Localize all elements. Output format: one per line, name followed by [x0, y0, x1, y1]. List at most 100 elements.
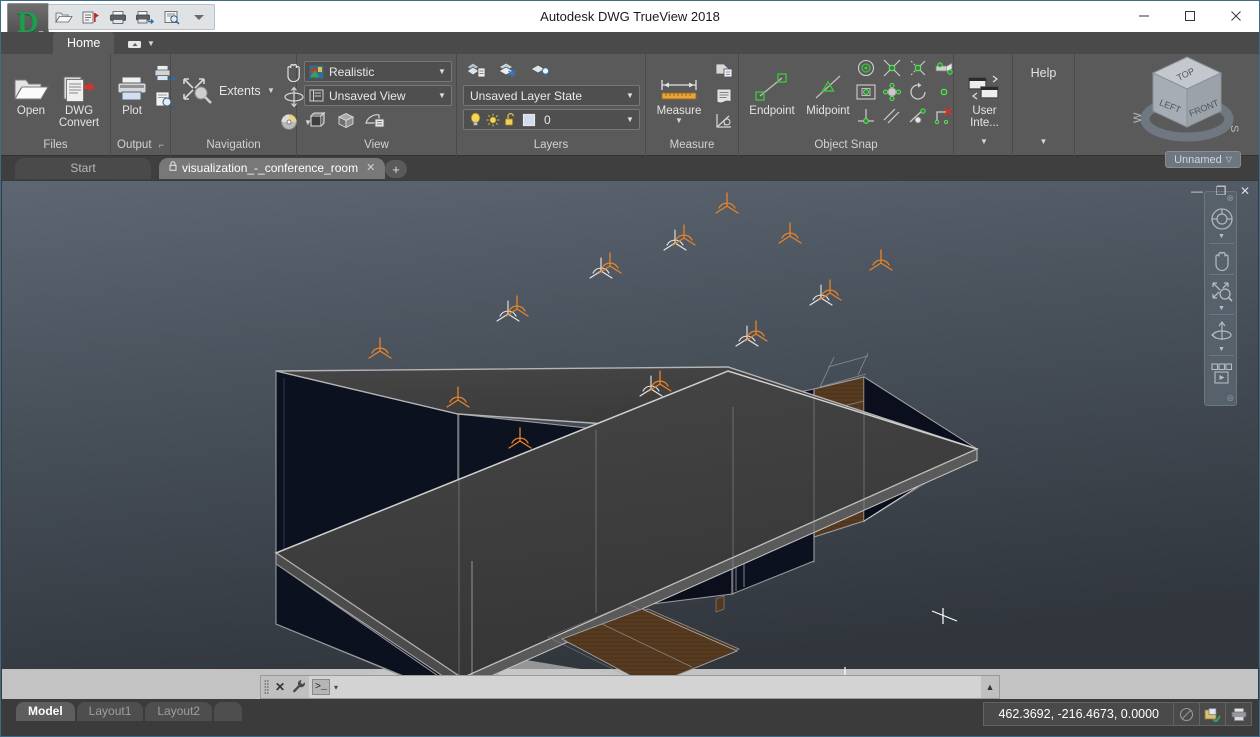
osnap-intersection-icon[interactable] [879, 56, 905, 80]
zoom-extents-icon[interactable] [179, 72, 215, 108]
file-tab-start[interactable]: Start [15, 158, 151, 179]
document-minimize-button[interactable]: — [1190, 184, 1204, 198]
named-view-caret-icon[interactable]: ▼ [435, 91, 449, 100]
layer-on-bulb-icon[interactable] [466, 112, 484, 127]
layout-tabs: Model Layout1 Layout2 [16, 702, 242, 721]
layer-color-swatch-icon[interactable] [520, 113, 538, 127]
file-tab-close-icon[interactable]: ✕ [366, 158, 375, 179]
qat-publish-icon[interactable] [80, 7, 102, 28]
visual-style-combo[interactable]: Realistic ▼ [304, 61, 452, 82]
ribbon-panel-menu-button[interactable]: ▼ [121, 35, 161, 52]
osnap-node-icon[interactable] [879, 80, 905, 104]
isometric-view-icon[interactable] [334, 108, 358, 132]
named-view-combo[interactable]: Unsaved View ▼ [304, 85, 452, 106]
drawing-canvas[interactable]: — ❐ ✕ [2, 181, 1258, 699]
full-navigation-wheel-icon[interactable] [1205, 204, 1238, 234]
pan-tool-icon[interactable] [1205, 246, 1238, 274]
view-cube[interactable]: W S N TOP LEFT FRONT [1133, 47, 1241, 159]
osnap-apparent-intersection-icon[interactable] [905, 56, 931, 80]
layout-tab-model[interactable]: Model [16, 702, 75, 721]
visual-style-caret-icon[interactable]: ▼ [435, 67, 449, 76]
osnap-insert-icon[interactable] [853, 80, 879, 104]
layer-isolate-icon[interactable] [527, 58, 553, 82]
navbar-wheel-caret-icon[interactable]: ▼ [1205, 233, 1238, 240]
show-motion-icon[interactable] [1205, 359, 1238, 393]
viewport-config-icon[interactable] [306, 108, 330, 132]
copy-properties-icon[interactable] [711, 58, 737, 82]
navbar-divider-1 [1209, 243, 1234, 244]
quick-plot-icon[interactable] [1226, 702, 1252, 726]
osnap-none-icon[interactable] [931, 104, 957, 128]
plot-button[interactable]: Plot [111, 62, 153, 117]
qat-print-icon[interactable] [107, 7, 129, 28]
layout-tab-layout1[interactable]: Layout1 [77, 702, 144, 721]
panel-title-view: View [297, 135, 456, 155]
layer-freeze-icon[interactable] [495, 58, 521, 82]
osnap-tangent-icon[interactable] [905, 104, 931, 128]
qat-preview-icon[interactable] [161, 7, 183, 28]
navbar-zoom-caret-icon[interactable]: ▼ [1205, 305, 1238, 312]
window-maximize-button[interactable] [1167, 1, 1213, 31]
navigation-bar: ⊗ ▼ ▼ [1204, 191, 1237, 406]
window-close-button[interactable] [1213, 1, 1259, 31]
qat-plot-icon[interactable] [134, 7, 156, 28]
layer-caret-icon[interactable]: ▼ [623, 115, 637, 124]
navbar-orbit-caret-icon[interactable]: ▼ [1205, 346, 1238, 353]
help-button-label[interactable]: Help [1013, 66, 1074, 80]
window-minimize-button[interactable] [1121, 1, 1167, 31]
command-line-expand-icon[interactable]: ▲ [981, 682, 999, 692]
layer-thaw-sun-icon[interactable] [484, 113, 502, 127]
locate-point-icon[interactable] [711, 109, 737, 133]
command-line-grip-icon[interactable] [261, 676, 271, 698]
qat-open-icon[interactable] [53, 7, 75, 28]
no-selection-cycling-icon[interactable] [1174, 702, 1200, 726]
compass-label-s: S [1228, 125, 1240, 132]
osnap-quadrant-icon[interactable] [905, 80, 931, 104]
extents-button-label[interactable]: Extents [219, 84, 261, 98]
measure-button[interactable]: Measure ▼ [648, 62, 710, 125]
coordinate-display[interactable]: 462.3692, -216.4673, 0.0000 [983, 702, 1174, 726]
user-interface-button[interactable]: User Inte... [958, 62, 1011, 129]
zoom-tool-icon[interactable] [1205, 277, 1238, 305]
open-button[interactable]: Open [6, 62, 56, 117]
osnap-parallel-icon[interactable] [879, 104, 905, 128]
extents-dropdown-icon[interactable]: ▼ [267, 86, 275, 95]
navbar-customize-icon[interactable]: ⊜ [1226, 393, 1234, 404]
measure-dropdown-icon[interactable]: ▼ [648, 117, 710, 125]
osnap-center-icon[interactable] [853, 56, 879, 80]
output-dialog-launcher-icon[interactable]: ⌐ [159, 140, 164, 150]
endpoint-button[interactable]: Endpoint [741, 62, 803, 117]
ribbon-tab-home[interactable]: Home [53, 32, 114, 54]
help-dropdown-icon[interactable]: ▼ [1013, 137, 1074, 146]
osnap-nearest-icon[interactable] [931, 80, 957, 104]
layer-combo[interactable]: 0 ▼ [463, 109, 640, 130]
command-prompt-icon: >_ [312, 679, 330, 695]
orbit-tool-icon[interactable] [1205, 318, 1238, 346]
command-history-caret-icon[interactable]: ▾ [334, 683, 338, 692]
layer-unlock-icon[interactable] [502, 112, 520, 127]
application-window: Autodesk DWG TrueView 2018 D ▼ [0, 0, 1260, 737]
midpoint-button[interactable]: Midpoint [797, 62, 859, 117]
layer-properties-icon[interactable] [463, 58, 489, 82]
user-interface-dropdown-icon[interactable]: ▼ [956, 137, 1012, 146]
document-close-button[interactable]: ✕ [1238, 184, 1252, 198]
view-manager-icon[interactable] [362, 108, 388, 132]
named-view-selector[interactable]: Unnamed ▽ [1165, 151, 1241, 168]
command-input-area[interactable]: >_ ▾ [309, 676, 981, 698]
list-properties-icon[interactable] [711, 84, 737, 108]
layer-state-caret-icon[interactable]: ▼ [623, 91, 637, 100]
command-line-customize-icon[interactable] [289, 679, 309, 696]
qat-dropdown-icon[interactable] [188, 7, 210, 28]
new-file-tab-button[interactable]: + [385, 160, 407, 178]
layer-state-combo[interactable]: Unsaved Layer State ▼ [463, 85, 640, 106]
annotation-visibility-icon[interactable] [1200, 702, 1226, 726]
document-restore-button[interactable]: ❐ [1214, 184, 1228, 198]
file-tab-drawing[interactable]: visualization_-_conference_room ✕ [159, 158, 385, 179]
dwg-convert-button[interactable]: DWG Convert [51, 62, 107, 129]
osnap-extension-icon[interactable] [931, 56, 957, 80]
navbar-divider-2 [1209, 274, 1234, 275]
command-line[interactable]: ✕ >_ ▾ ▲ [260, 675, 1000, 699]
command-line-close-icon[interactable]: ✕ [271, 680, 289, 694]
layout-tab-layout2[interactable]: Layout2 [145, 702, 212, 721]
osnap-perpendicular-icon[interactable] [853, 104, 879, 128]
